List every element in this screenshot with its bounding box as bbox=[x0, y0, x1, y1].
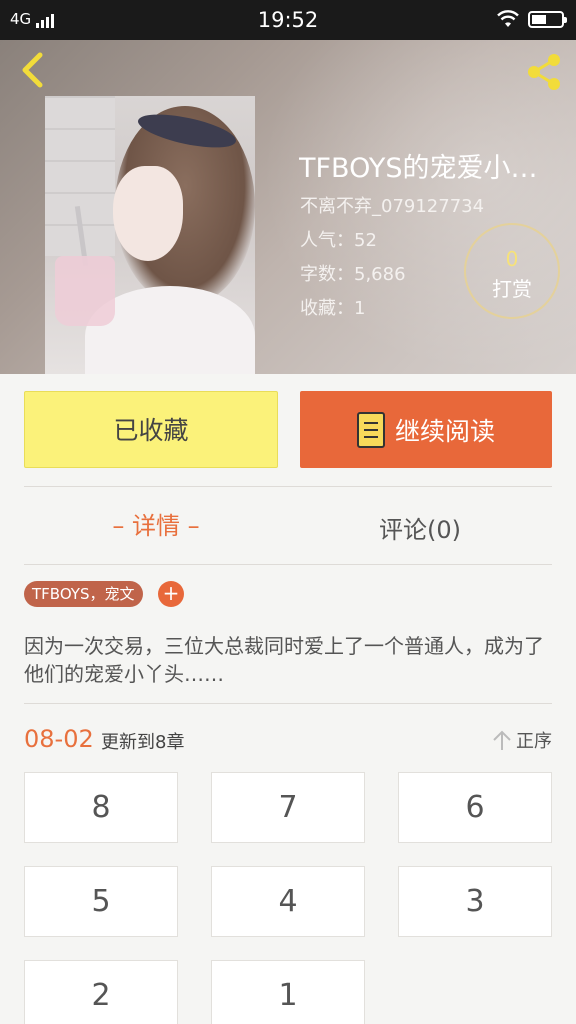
sort-arrow-icon bbox=[493, 730, 511, 750]
divider bbox=[24, 564, 552, 565]
reward-button[interactable]: 0 打赏 bbox=[464, 223, 560, 319]
book-header: TFBOYS的宠爱小… 不离不弃_079127734 人气：52 字数：5,68… bbox=[0, 40, 576, 374]
book-icon bbox=[356, 411, 385, 448]
saved-button[interactable]: 已收藏 bbox=[24, 391, 278, 468]
divider bbox=[24, 486, 552, 487]
divider bbox=[24, 703, 552, 704]
battery-icon bbox=[528, 11, 567, 28]
chapter-button[interactable]: 4 bbox=[211, 866, 365, 937]
book-summary: 因为一次交易，三位大总裁同时爱上了一个普通人，成为了他们的宠爱小丫头…… bbox=[24, 634, 544, 686]
popularity-stat: 人气：52 bbox=[300, 230, 377, 251]
tab-detail[interactable]: – 详情 – bbox=[24, 506, 288, 541]
sort-toggle[interactable]: 正序 bbox=[492, 727, 552, 753]
chapter-button[interactable]: 2 bbox=[24, 960, 178, 1024]
update-date: 08-02 bbox=[24, 725, 94, 753]
update-status: 更新到8章 bbox=[101, 732, 185, 753]
chapter-button[interactable]: 1 bbox=[211, 960, 365, 1024]
reward-count: 0 bbox=[505, 247, 519, 271]
chapter-button[interactable]: 5 bbox=[24, 866, 178, 937]
book-title: TFBOYS的宠爱小… bbox=[299, 153, 538, 184]
reward-label: 打赏 bbox=[492, 277, 532, 301]
wifi-icon bbox=[497, 10, 519, 27]
chapter-button[interactable]: 7 bbox=[211, 772, 365, 843]
sort-label: 正序 bbox=[516, 731, 552, 752]
book-cover-image bbox=[45, 96, 255, 374]
continue-reading-button[interactable]: 继续阅读 bbox=[300, 391, 552, 468]
tab-comments[interactable]: 评论(0) bbox=[288, 510, 552, 545]
clock: 19:52 bbox=[257, 8, 319, 32]
word-count-stat: 字数：5,686 bbox=[300, 264, 406, 285]
continue-reading-label: 继续阅读 bbox=[394, 416, 495, 446]
chapter-button[interactable]: 3 bbox=[398, 866, 552, 937]
favorites-stat: 收藏：1 bbox=[300, 298, 366, 319]
share-icon[interactable] bbox=[522, 50, 566, 94]
back-chevron-icon[interactable] bbox=[14, 50, 54, 90]
chapter-button[interactable]: 6 bbox=[398, 772, 552, 843]
chapter-button[interactable]: 8 bbox=[24, 772, 178, 843]
tag-chip[interactable]: TFBOYS，宠文 bbox=[24, 581, 143, 607]
add-tag-button[interactable]: + bbox=[158, 581, 184, 607]
status-bar: 4G 19:52 bbox=[0, 0, 576, 40]
book-author[interactable]: 不离不弃_079127734 bbox=[300, 192, 484, 218]
